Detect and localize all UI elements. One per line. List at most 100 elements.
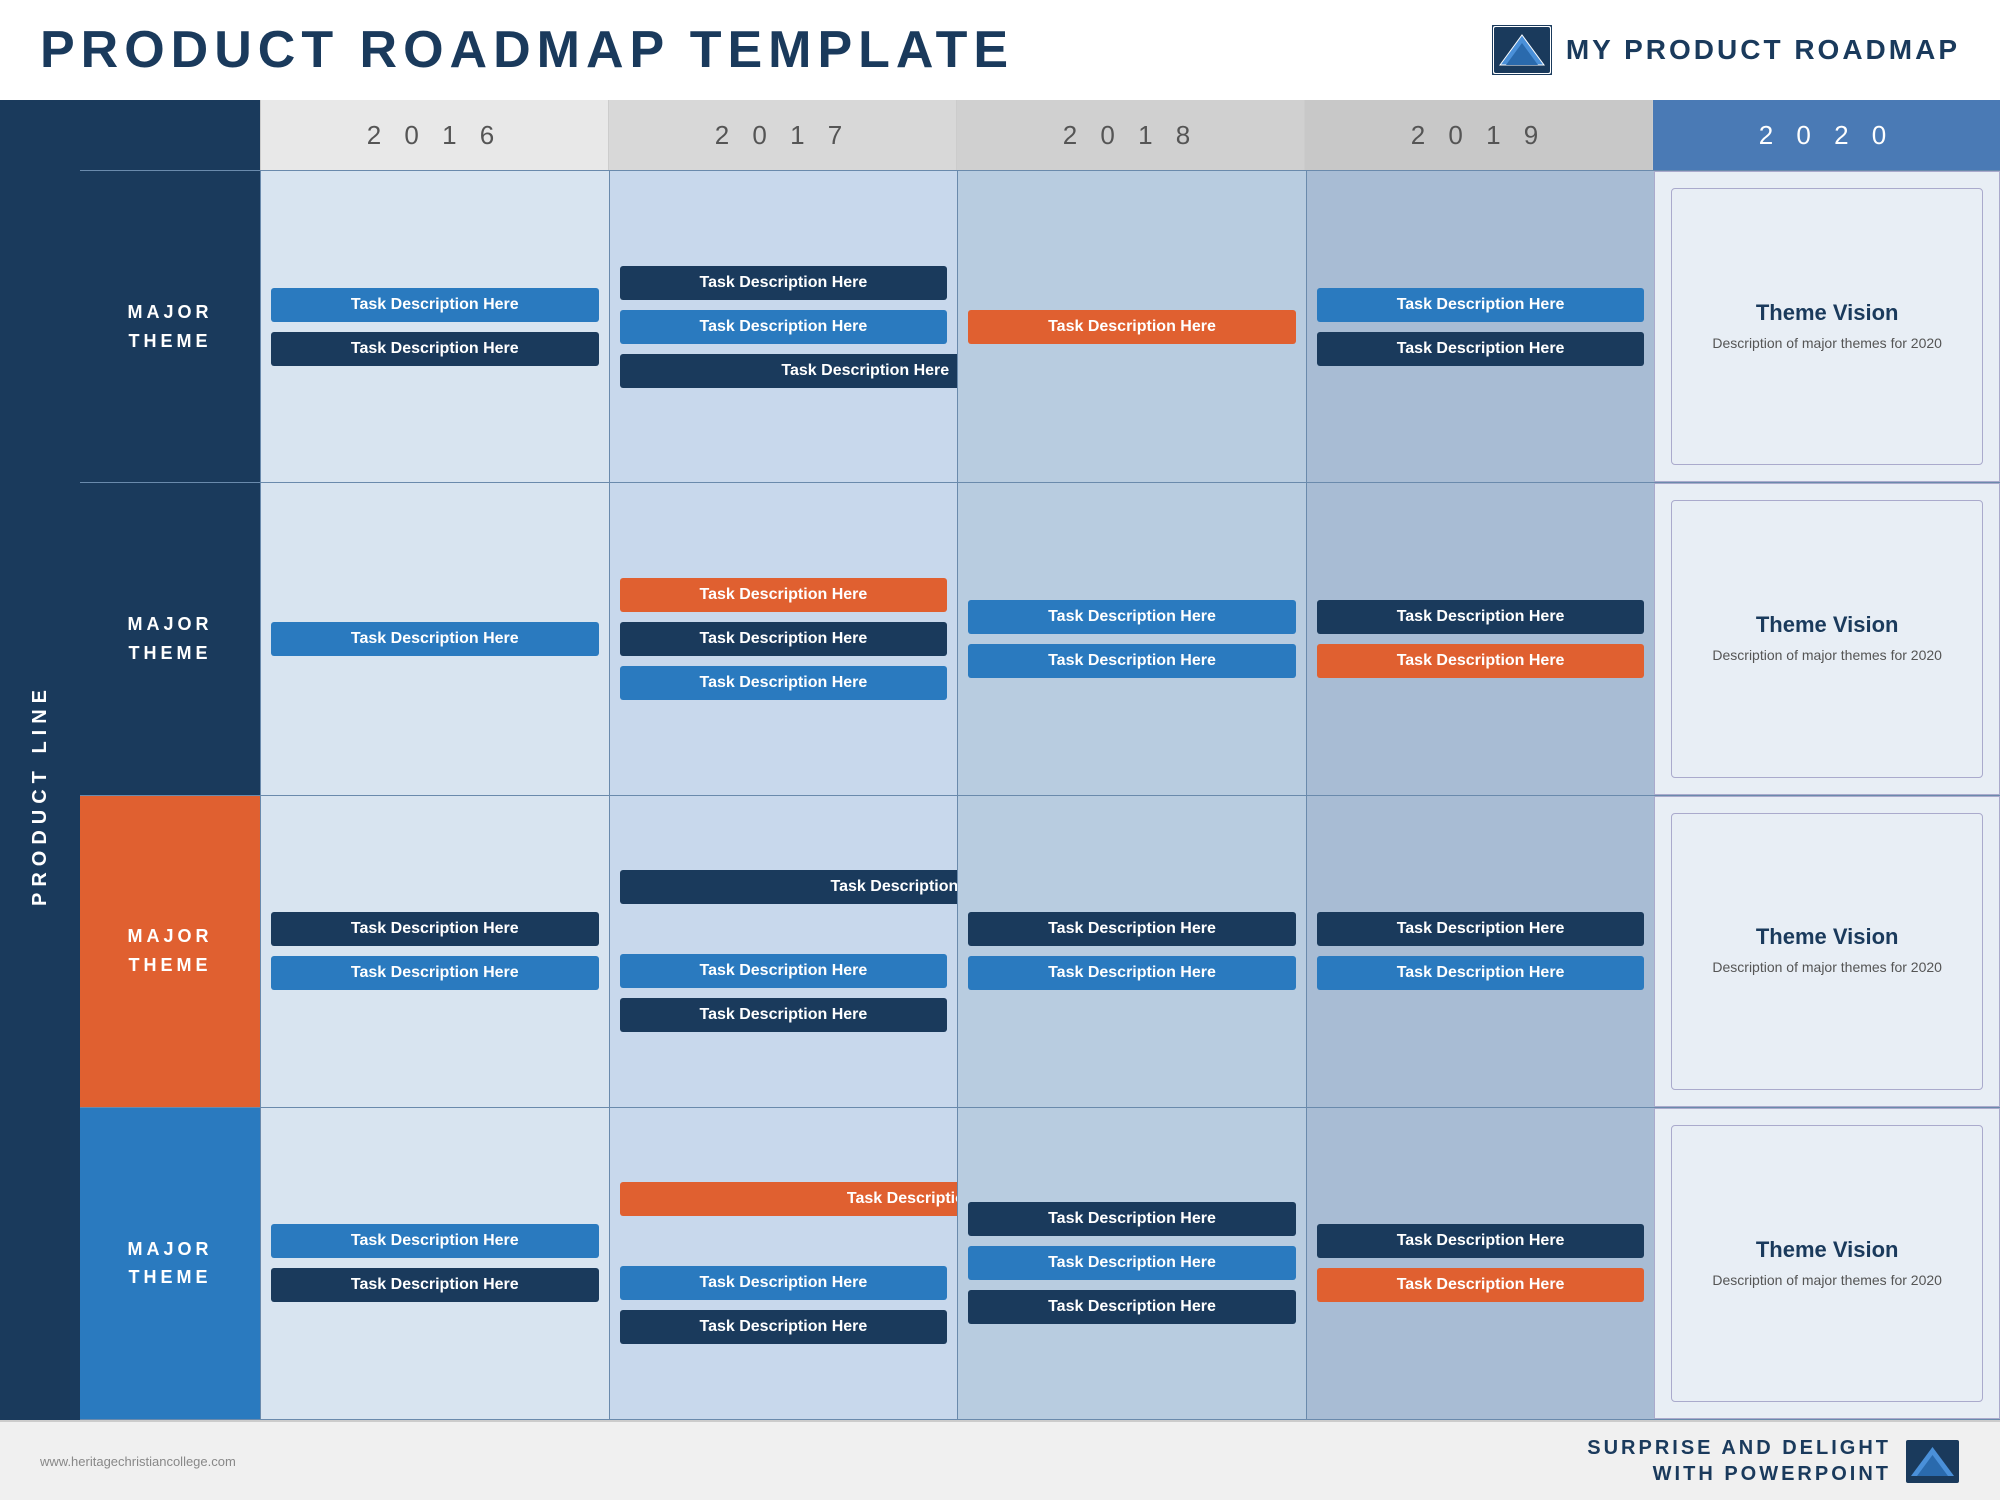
task-bar: Task Description Here: [620, 1310, 948, 1344]
theme-row-3: MAJORTHEME Task Description Here Task De…: [80, 1107, 2000, 1420]
task-bar: Task Description Here: [1317, 1268, 1645, 1302]
task-bar: Task Description Here: [968, 956, 1296, 990]
theme-label-3: MAJORTHEME: [80, 1108, 260, 1419]
theme-vision-1: Theme Vision Description of major themes…: [1671, 500, 1983, 777]
theme-row-1: MAJORTHEME Task Description Here Task De…: [80, 482, 2000, 794]
theme-vision-title-2: Theme Vision: [1756, 924, 1899, 950]
theme-label-2: MAJORTHEME: [80, 796, 260, 1107]
theme-vision-desc-2: Description of major themes for 2020: [1712, 958, 1942, 978]
footer: www.heritagechristiancollege.com SURPRIS…: [0, 1420, 2000, 1500]
task-bar: Task Description Here: [620, 266, 948, 300]
product-line-label: PRODUCT LINE: [0, 170, 80, 1420]
theme-row-0: MAJORTHEME Task Description Here Task De…: [80, 170, 2000, 482]
theme-vision-title-3: Theme Vision: [1756, 1237, 1899, 1263]
task-bar: Task Description Here: [271, 912, 599, 946]
theme-vision-title-0: Theme Vision: [1756, 300, 1899, 326]
theme-label-1: MAJORTHEME: [80, 483, 260, 794]
theme-vision-title-1: Theme Vision: [1756, 612, 1899, 638]
col-3-2017: Task Description Here Task Description H…: [609, 1108, 958, 1419]
main-title: PRODUCT ROADMAP TEMPLATE: [40, 20, 1014, 80]
task-bar: Task Description Here: [271, 1268, 599, 1302]
rows-container: MAJORTHEME Task Description Here Task De…: [80, 170, 2000, 1420]
col-1-2017: Task Description Here Task Description H…: [609, 483, 958, 794]
col-1-2016: Task Description Here: [260, 483, 609, 794]
col-0-2020: Theme Vision Description of major themes…: [1654, 171, 2000, 482]
col-0-2017: Task Description Here Task Description H…: [609, 171, 958, 482]
task-bar: Task Description Here: [620, 954, 948, 988]
task-bar: Task Description Here: [968, 1290, 1296, 1324]
col-3-2019: Task Description Here Task Description H…: [1306, 1108, 1655, 1419]
header-right: MY PRODUCT ROADMAP: [1492, 25, 1960, 75]
col-0-2016: Task Description Here Task Description H…: [260, 171, 609, 482]
task-bar: Task Description Here: [620, 1266, 948, 1300]
brand-name: MY PRODUCT ROADMAP: [1566, 34, 1960, 66]
theme-vision-3: Theme Vision Description of major themes…: [1671, 1125, 1983, 1402]
task-bar: Task Description Here: [271, 332, 599, 366]
year-columns-0: Task Description Here Task Description H…: [260, 171, 2000, 482]
task-bar: Task Description Here: [620, 622, 948, 656]
year-header-2019: 2 0 1 9: [1304, 100, 1652, 170]
task-bar: Task Description Here: [1317, 288, 1645, 322]
row-label-spacer: [0, 100, 80, 170]
year-header-row: 2 0 1 6 2 0 1 7 2 0 1 8 2 0 1 9 2 0 2 0: [0, 100, 2000, 170]
col-1-2019: Task Description Here Task Description H…: [1306, 483, 1655, 794]
col-3-2016: Task Description Here Task Description H…: [260, 1108, 609, 1419]
col-2-2019: Task Description Here Task Description H…: [1306, 796, 1655, 1107]
task-bar: Task Description Here: [968, 644, 1296, 678]
theme-label-text-0: MAJORTHEME: [127, 298, 212, 356]
task-bar: Task Description Here: [271, 1224, 599, 1258]
col-3-2018: Task Description Here Task Description H…: [957, 1108, 1306, 1419]
year-header-2020: 2 0 2 0: [1652, 100, 2000, 170]
header: PRODUCT ROADMAP TEMPLATE MY PRODUCT ROAD…: [0, 0, 2000, 100]
theme-label-text-3: MAJORTHEME: [127, 1235, 212, 1293]
task-bar: Task Description Here: [1317, 912, 1645, 946]
col-2-2018: Task Description Here Task Description H…: [957, 796, 1306, 1107]
year-header-2018: 2 0 1 8: [956, 100, 1304, 170]
task-bar: Task Description Here: [271, 956, 599, 990]
year-columns-1: Task Description Here Task Description H…: [260, 483, 2000, 794]
task-bar: Task Description Here: [968, 600, 1296, 634]
theme-vision-0: Theme Vision Description of major themes…: [1671, 188, 1983, 465]
theme-label-text-1: MAJORTHEME: [127, 610, 212, 668]
col-2-2020: Theme Vision Description of major themes…: [1654, 796, 2000, 1107]
year-columns-3: Task Description Here Task Description H…: [260, 1108, 2000, 1419]
logo-icon: [1492, 25, 1552, 75]
task-bar: Task Description Here: [968, 1202, 1296, 1236]
task-bar: Task Description Here: [1317, 1224, 1645, 1258]
task-bar: Task Description Here: [620, 998, 948, 1032]
task-bar: Task Description Here: [1317, 332, 1645, 366]
task-bar: Task Description Here: [1317, 956, 1645, 990]
task-bar: Task Description Here: [271, 288, 599, 322]
footer-logo-icon: [1905, 1439, 1960, 1484]
theme-label-0: MAJORTHEME: [80, 171, 260, 482]
year-header-2017: 2 0 1 7: [608, 100, 956, 170]
theme-label-spacer: [80, 100, 260, 170]
footer-brand-text: SURPRISE AND DELIGHT WITH POWERPOINT: [1587, 1435, 1891, 1487]
theme-vision-desc-3: Description of major themes for 2020: [1712, 1271, 1942, 1291]
year-columns-2: Task Description Here Task Description H…: [260, 796, 2000, 1107]
task-bar: Task Description Here: [968, 310, 1296, 344]
theme-label-text-2: MAJORTHEME: [127, 922, 212, 980]
col-3-2020: Theme Vision Description of major themes…: [1654, 1108, 2000, 1419]
theme-row-2: MAJORTHEME Task Description Here Task De…: [80, 795, 2000, 1107]
col-2-2017: Task Description Here Task Description H…: [609, 796, 958, 1107]
footer-website: www.heritagechristiancollege.com: [40, 1454, 236, 1469]
body-grid: PRODUCT LINE MAJORTHEME Task Description…: [0, 170, 2000, 1420]
theme-vision-2: Theme Vision Description of major themes…: [1671, 813, 1983, 1090]
year-header-2016: 2 0 1 6: [260, 100, 608, 170]
col-0-2019: Task Description Here Task Description H…: [1306, 171, 1655, 482]
product-line-text: PRODUCT LINE: [29, 684, 52, 906]
col-1-2018: Task Description Here Task Description H…: [957, 483, 1306, 794]
col-0-2018: Task Description Here: [957, 171, 1306, 482]
task-bar: Task Description Here: [968, 1246, 1296, 1280]
main-container: PRODUCT ROADMAP TEMPLATE MY PRODUCT ROAD…: [0, 0, 2000, 1500]
theme-vision-desc-0: Description of major themes for 2020: [1712, 334, 1942, 354]
task-bar: Task Description Here: [620, 666, 948, 700]
task-bar: Task Description Here: [1317, 644, 1645, 678]
col-1-2020: Theme Vision Description of major themes…: [1654, 483, 2000, 794]
col-2-2016: Task Description Here Task Description H…: [260, 796, 609, 1107]
task-bar: Task Description Here: [1317, 600, 1645, 634]
theme-vision-desc-1: Description of major themes for 2020: [1712, 646, 1942, 666]
task-bar: Task Description Here: [271, 622, 599, 656]
task-bar: Task Description Here: [968, 912, 1296, 946]
